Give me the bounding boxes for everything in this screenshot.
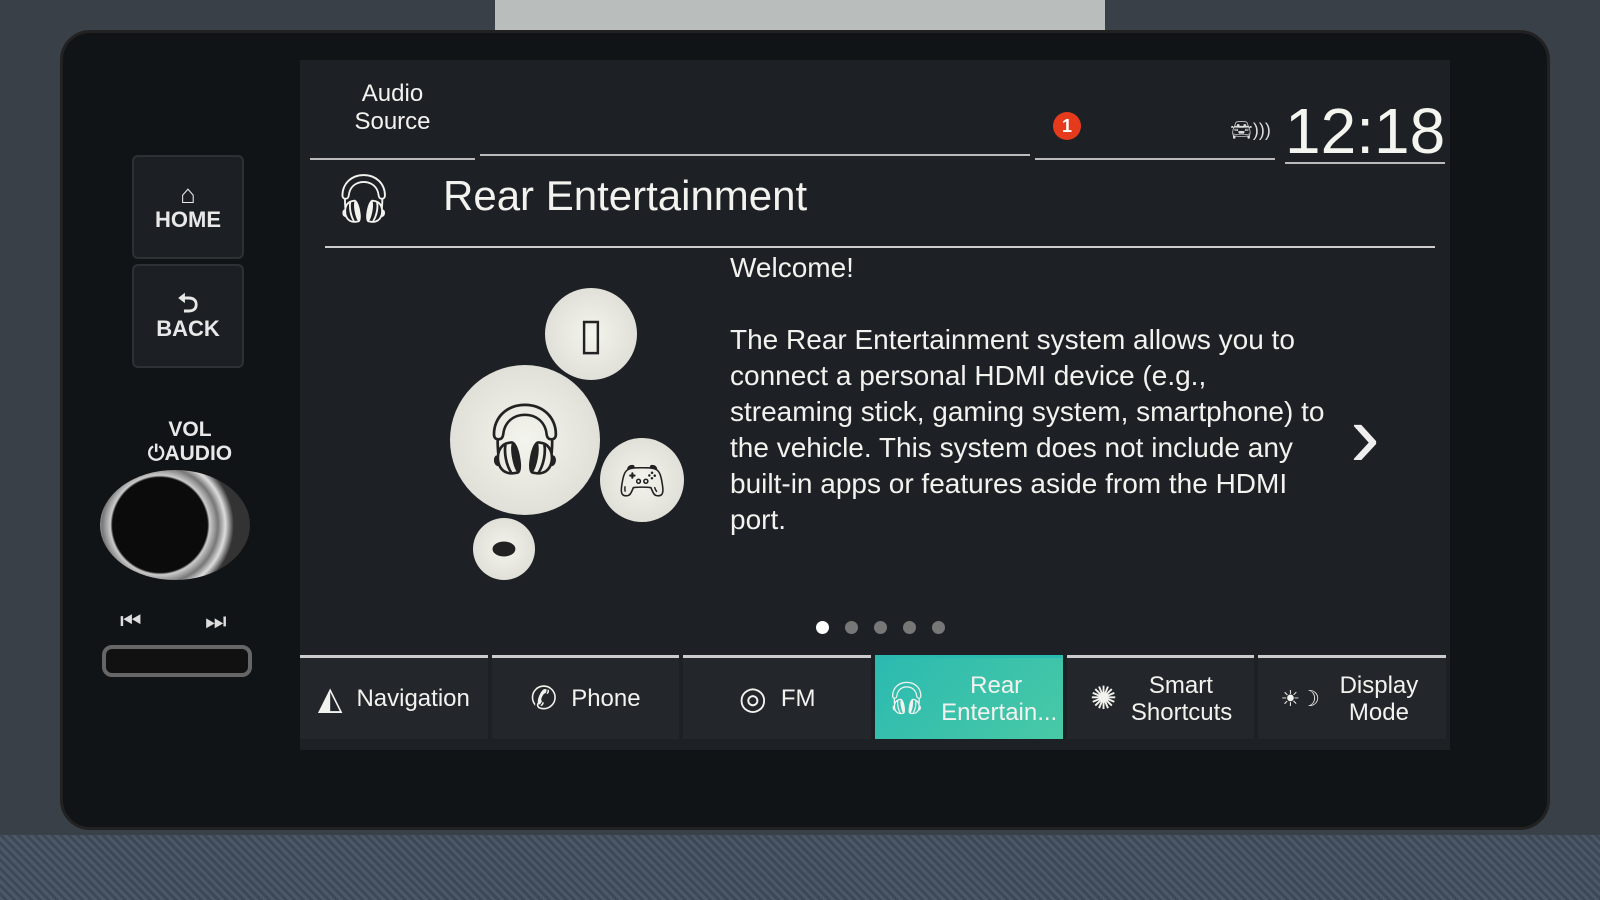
page-dot[interactable]	[903, 621, 916, 634]
screen: Audio Source 1 🚘︎))) 12:18 🎧︎ Rear Entert…	[300, 60, 1450, 750]
nav-label: Phone	[571, 685, 641, 712]
smartphone-icon: ▯	[545, 288, 637, 380]
welcome-content: Welcome! The Rear Entertainment system a…	[730, 250, 1330, 538]
navigation-icon: ◭	[317, 680, 343, 716]
brightness-icon: ☀☽	[1280, 686, 1320, 711]
status-bar: Audio Source 1 🚘︎))) 12:18	[300, 60, 1450, 164]
volume-knob[interactable]	[100, 470, 250, 580]
page-dot[interactable]	[845, 621, 858, 634]
nav-display-mode[interactable]: ☀☽ Display Mode	[1258, 655, 1447, 739]
back-label: BACK	[156, 316, 220, 341]
back-arrow-icon: ⮌	[177, 288, 199, 318]
bottom-nav: ◭ Navigation ✆ Phone ◎ FM 🎧︎ Rear Entertain.…	[300, 655, 1450, 739]
page-dot[interactable]	[874, 621, 887, 634]
welcome-heading: Welcome!	[730, 252, 854, 283]
nav-smart-shortcuts[interactable]: ✺ Smart Shortcuts	[1066, 655, 1255, 739]
nav-fm[interactable]: ◎ FM	[683, 655, 872, 739]
nav-phone[interactable]: ✆ Phone	[491, 655, 680, 739]
phone-icon: ✆	[530, 680, 558, 716]
nav-label: FM	[780, 685, 816, 712]
gamepad-icon: 🎮︎	[600, 438, 684, 522]
dashboard-trim	[0, 835, 1600, 900]
usb-stick-icon: ⬬	[473, 518, 535, 580]
notification-area[interactable]	[480, 60, 1030, 156]
audio-source-line2: Source	[354, 108, 431, 135]
page-dot[interactable]	[816, 621, 829, 634]
home-label: HOME	[155, 207, 221, 232]
home-icon: ⌂	[180, 179, 196, 209]
audio-label: AUDIO	[164, 442, 233, 465]
headphones-icon: 🎧︎	[450, 365, 600, 515]
nav-navigation[interactable]: ◭ Navigation	[300, 655, 488, 739]
nav-label: Display Mode	[1339, 671, 1419, 726]
brain-icon: ✺	[1090, 680, 1117, 716]
notification-badge[interactable]: 1	[1053, 112, 1081, 140]
next-track-button[interactable]: ⏭	[205, 608, 226, 636]
previous-track-button[interactable]: ⏮	[120, 608, 141, 636]
home-button[interactable]: ⌂ HOME	[132, 155, 244, 259]
vol-label: VOL	[168, 418, 212, 441]
page-dot[interactable]	[932, 621, 945, 634]
audio-source-button[interactable]: Audio Source	[310, 80, 475, 160]
nav-label: Smart Shortcuts	[1130, 671, 1233, 726]
nav-rear-entertainment[interactable]: 🎧︎ Rear Entertain...	[875, 655, 1063, 739]
page-indicator	[816, 621, 945, 634]
connected-car-signal-icon: 🚘︎)))	[1230, 120, 1271, 140]
power-icon: ⏻	[147, 442, 165, 465]
page-header: 🎧︎ Rear Entertainment	[325, 160, 1435, 248]
radio-icon: ◎	[738, 680, 767, 716]
status-area: 1 🚘︎)))	[1035, 60, 1275, 160]
clock: 12:18	[1285, 95, 1446, 167]
headphones-icon: 🎧︎	[333, 173, 394, 226]
tuning-slot	[102, 645, 252, 677]
back-button[interactable]: ⮌ BACK	[132, 264, 244, 368]
welcome-description: The Rear Entertainment system allows you…	[730, 324, 1325, 535]
nav-label: Rear Entertain...	[941, 671, 1058, 726]
page-title: Rear Entertainment	[443, 172, 808, 219]
vol-audio-label: VOL ⏻AUDIO	[135, 418, 245, 466]
nav-label: Navigation	[356, 685, 470, 712]
audio-source-line1: Audio	[361, 80, 424, 107]
next-page-chevron-icon[interactable]: ›	[1350, 385, 1380, 488]
headphones-icon: 🎧︎	[886, 680, 928, 716]
